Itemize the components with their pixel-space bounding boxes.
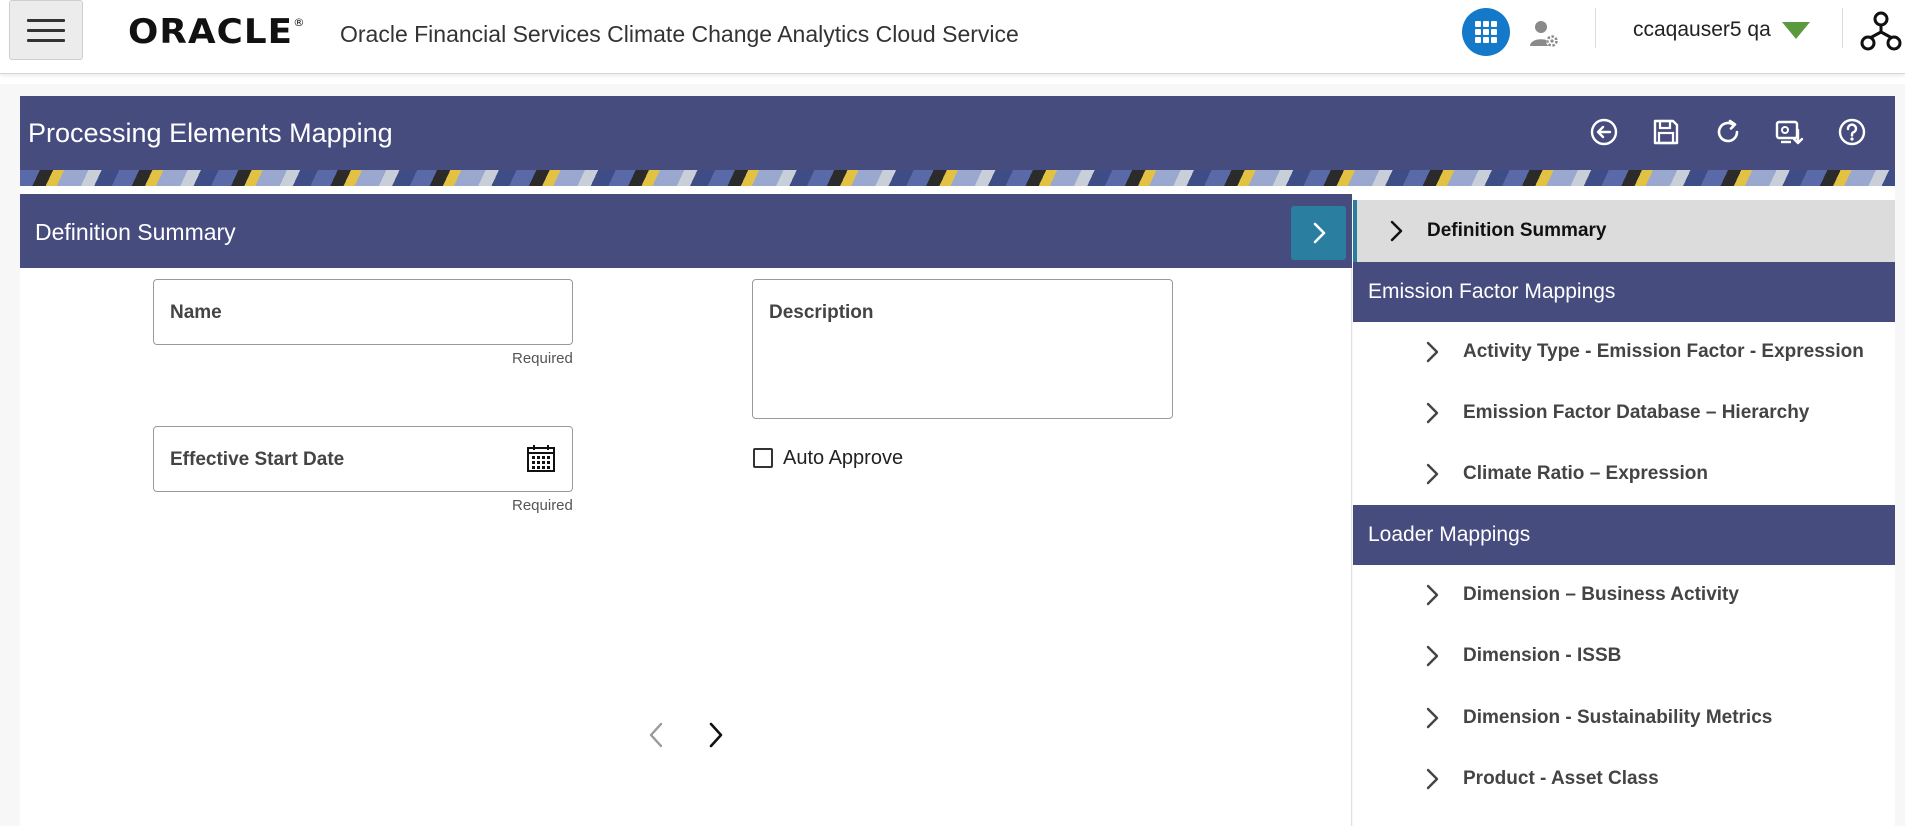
back-arrow-icon (1590, 118, 1618, 146)
nav-item-label: Dimension – Business Activity (1463, 584, 1739, 605)
help-button[interactable] (1833, 113, 1871, 151)
mapping-navigation-panel: Definition Summary Emission Factor Mappi… (1353, 194, 1895, 826)
user-menu-caret-icon[interactable] (1782, 22, 1810, 39)
start-date-required-hint: Required (512, 497, 573, 514)
group-title: Loader Mappings (1368, 523, 1531, 546)
effective-start-date-field[interactable]: Effective Start Date (153, 426, 573, 492)
page-body: Processing Elements Mapping Definition S… (0, 84, 1905, 826)
grid-icon (1475, 21, 1497, 43)
nav-item-definition-summary[interactable]: Definition Summary (1353, 200, 1895, 262)
hamburger-line (27, 38, 65, 42)
nav-item-dimension-issb[interactable]: Dimension - ISSB (1353, 626, 1895, 686)
nav-item-label: Definition Summary (1427, 220, 1607, 241)
chevron-right-icon (1426, 584, 1439, 606)
name-field[interactable]: Name (153, 279, 573, 345)
name-required-hint: Required (512, 350, 573, 367)
header-divider (1595, 8, 1596, 48)
nav-item-label: Product - Asset Class (1463, 768, 1659, 789)
nav-item-emission-factor-database[interactable]: Emission Factor Database – Hierarchy (1353, 383, 1895, 443)
section-title: Definition Summary (35, 219, 236, 245)
hamburger-line (27, 18, 65, 22)
network-hierarchy-icon[interactable] (1860, 10, 1902, 52)
definition-summary-panel: Definition Summary Name Required Descrip… (20, 194, 1352, 826)
definition-summary-header: Definition Summary (20, 194, 1352, 268)
hamburger-line (27, 28, 65, 32)
app-header: ORACLE® Oracle Financial Services Climat… (0, 0, 1905, 74)
nav-item-activity-type-emission-factor[interactable]: Activity Type - Emission Factor - Expres… (1353, 322, 1895, 382)
chevron-right-icon (1426, 645, 1439, 667)
back-button[interactable] (1585, 113, 1623, 151)
chevron-right-icon (1313, 222, 1325, 244)
chevron-right-icon (1426, 768, 1439, 790)
save-icon (1653, 119, 1679, 145)
app-title: Oracle Financial Services Climate Change… (340, 21, 1019, 47)
next-page-icon[interactable] (704, 720, 728, 750)
user-settings-icon[interactable] (1528, 18, 1560, 50)
calendar-icon[interactable] (526, 443, 556, 473)
export-button[interactable] (1771, 113, 1809, 151)
nav-item-dimension-sustainability-metrics[interactable]: Dimension - Sustainability Metrics (1353, 688, 1895, 748)
hamburger-menu-button[interactable] (9, 0, 83, 60)
page-title-bar: Processing Elements Mapping (20, 96, 1895, 170)
nav-item-label: Emission Factor Database – Hierarchy (1463, 402, 1810, 423)
nav-item-label: Climate Ratio – Expression (1463, 463, 1708, 484)
description-field[interactable]: Description (752, 279, 1173, 419)
collapse-panel-button[interactable] (1291, 206, 1346, 260)
chevron-right-icon (1426, 463, 1439, 485)
nav-item-product-asset-class[interactable]: Product - Asset Class (1353, 749, 1895, 809)
start-date-field-label: Effective Start Date (170, 449, 345, 470)
name-field-label: Name (170, 302, 222, 323)
user-name[interactable]: ccaqauser5 qa (1633, 18, 1771, 42)
header-divider (1842, 8, 1843, 48)
save-button[interactable] (1647, 113, 1685, 151)
page-title: Processing Elements Mapping (28, 118, 393, 148)
chevron-right-icon (1426, 341, 1439, 363)
nav-item-dimension-business-activity[interactable]: Dimension – Business Activity (1353, 565, 1895, 625)
group-loader-mappings: Loader Mappings (1353, 505, 1895, 565)
group-title: Emission Factor Mappings (1368, 280, 1616, 303)
chevron-right-icon (1426, 707, 1439, 729)
oracle-logo: ORACLE® (128, 12, 306, 52)
export-download-icon (1775, 120, 1804, 145)
chevron-right-icon (1426, 402, 1439, 424)
apps-grid-button[interactable] (1462, 8, 1510, 56)
auto-approve-label[interactable]: Auto Approve (783, 447, 903, 470)
chevron-right-icon (1390, 220, 1403, 242)
nav-item-label: Dimension - Sustainability Metrics (1463, 707, 1773, 728)
previous-page-icon[interactable] (644, 720, 668, 750)
decorative-banner (20, 170, 1895, 186)
nav-item-label: Activity Type - Emission Factor - Expres… (1463, 341, 1864, 362)
nav-item-label: Dimension - ISSB (1463, 645, 1622, 666)
description-field-label: Description (769, 302, 874, 323)
refresh-icon (1717, 119, 1739, 143)
group-emission-factor-mappings: Emission Factor Mappings (1353, 262, 1895, 322)
refresh-button[interactable] (1709, 113, 1747, 151)
help-icon (1838, 118, 1866, 146)
nav-item-climate-ratio[interactable]: Climate Ratio – Expression (1353, 444, 1895, 504)
auto-approve-checkbox[interactable] (753, 448, 773, 468)
